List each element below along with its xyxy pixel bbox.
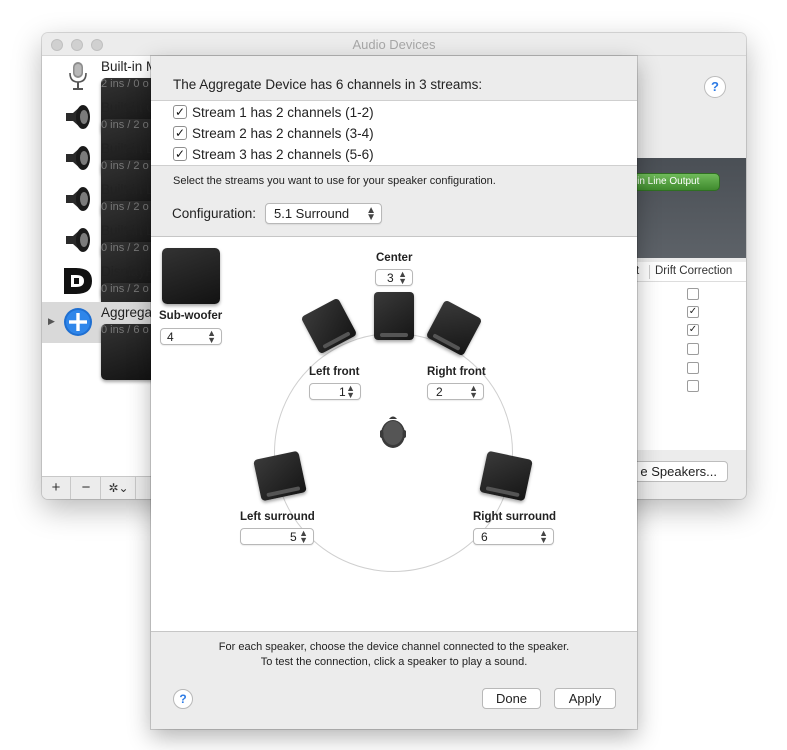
add-device-button[interactable]: + [42,477,71,499]
sheet-heading: The Aggregate Device has 6 channels in 3… [173,77,483,92]
left-front-channel-value: 1 [339,385,346,399]
footer-instruction-2: To test the connection, click a speaker … [260,656,528,668]
stream-list: ✓ Stream 1 has 2 channels (1-2) ✓ Stream… [151,100,637,166]
stream-checkbox[interactable]: ✓ [173,147,187,161]
stepper-arrows-icon: ▲ ▼ [299,528,308,545]
device-item[interactable]: Built-in L 0 ins / 2 o [42,179,159,257]
subwoofer-channel-value: 4 [167,330,174,344]
disclosure-triangle-icon[interactable]: ▶ [48,316,55,327]
stepper-arrows-icon: ▲ ▼ [346,383,355,400]
drift-correction-header[interactable]: Drift Correction [655,265,732,277]
stream-row[interactable]: ✓ Stream 3 has 2 channels (5-6) [173,145,374,163]
column-separator [649,265,650,279]
right-front-channel-value: 2 [436,385,443,399]
center-speaker[interactable] [374,292,414,340]
help-button[interactable]: ? [704,76,726,98]
device-list: Built-in M 2 ins / 0 o Built-in C 0 ins … [42,56,159,476]
right-surround-channel-value: 6 [481,530,488,544]
device-item[interactable]: Built-in D 0 ins / 2 o [42,220,159,298]
device-toolbar: + − ✲⌄ [42,476,152,499]
drift-checkbox[interactable] [687,380,699,392]
title-bar: Audio Devices [42,33,746,56]
microphone-icon [69,62,87,90]
device-item[interactable]: Built-in C 0 ins / 2 o [42,97,159,175]
stepper-arrows-icon: ▲ ▼ [207,328,216,345]
channel-table-header: t Drift Correction [636,262,746,282]
footer-instruction-1: For each speaker, choose the device chan… [218,641,570,653]
left-surround-label: Left surround [240,511,315,523]
popup-arrows-icon: ▲ ▼ [366,205,376,223]
subwoofer-label: Sub-woofer [159,310,223,322]
right-surround-label: Right surround [473,511,557,523]
configuration-popup[interactable]: 5.1 Surround ▲ ▼ [265,203,382,224]
right-front-label: Right front [427,366,486,378]
drift-checkbox[interactable]: ✓ [687,306,699,318]
speaker-layout-canvas: Sub-woofer 4 ▲ ▼ Center 3 ▲ ▼ Left front 1… [151,236,637,632]
stream-label: Stream 2 has 2 channels (3-4) [192,125,374,141]
device-name: DisplayP [101,264,155,279]
device-name: Aggrega [101,305,153,320]
subwoofer-speaker[interactable] [162,248,220,304]
device-name: Built-in L [101,182,154,197]
drift-checkbox[interactable] [687,288,699,300]
right-header-area [636,56,746,158]
listener-head-icon [380,416,406,448]
stream-row[interactable]: ✓ Stream 1 has 2 channels (1-2) [173,103,374,121]
displayport-icon [64,268,92,294]
stream-checkbox[interactable]: ✓ [173,105,187,119]
device-item-aggregate[interactable]: ▶ Aggrega 0 ins / 6 o [42,302,159,380]
center-channel-stepper[interactable]: 3 ▲ ▼ [375,269,413,286]
configuration-value: 5.1 Surround [274,206,350,221]
left-surround-channel-value: 5 [290,530,297,544]
center-label: Center [376,252,413,264]
drift-checkbox[interactable] [687,362,699,374]
gear-menu-button[interactable]: ✲⌄ [102,477,136,499]
device-item[interactable]: Built-in M 2 ins / 0 o [42,56,159,134]
device-name: Built-in L [101,141,154,156]
line-output-pill: t-in Line Output [626,173,720,191]
left-front-channel-stepper[interactable]: 1 ▲ ▼ [309,383,361,400]
device-name: Built-in M [101,59,158,74]
stepper-arrows-icon: ▲ ▼ [539,528,548,545]
speaker-icon [66,105,90,129]
window-title: Audio Devices [352,37,436,52]
speaker-icon [66,228,90,252]
subwoofer-channel-stepper[interactable]: 4 ▲ ▼ [160,328,222,345]
help-button[interactable]: ? [173,689,193,709]
right-front-channel-stepper[interactable]: 2 ▲ ▼ [427,383,484,400]
apply-button[interactable]: Apply [554,688,616,709]
stream-row[interactable]: ✓ Stream 2 has 2 channels (3-4) [173,124,374,142]
right-surround-channel-stepper[interactable]: 6 ▲ ▼ [473,528,554,545]
stepper-arrows-icon: ▲ ▼ [398,269,407,286]
stream-label: Stream 1 has 2 channels (1-2) [192,104,374,120]
left-surround-channel-stepper[interactable]: 5 ▲ ▼ [240,528,314,545]
left-front-label: Left front [309,366,360,378]
speaker-icon [66,146,90,170]
device-name: Built-in C [101,100,156,115]
speaker-icon [66,187,90,211]
drift-checkbox[interactable] [687,343,699,355]
remove-device-button[interactable]: − [72,477,101,499]
device-item[interactable]: Built-in L 0 ins / 2 o [42,138,159,216]
device-item[interactable]: DisplayP 0 ins / 2 o [42,261,159,339]
done-button[interactable]: Done [482,688,541,709]
instruction-text: Select the streams you want to use for y… [173,175,496,187]
speaker-config-sheet: The Aggregate Device has 6 channels in 3… [151,56,637,729]
configuration-label: Configuration: [172,206,257,221]
center-channel-value: 3 [387,271,394,285]
drift-checkbox[interactable]: ✓ [687,324,699,336]
stream-label: Stream 3 has 2 channels (5-6) [192,146,374,162]
aggregate-plus-icon [64,308,92,336]
stepper-arrows-icon: ▲ ▼ [469,383,478,400]
stream-checkbox[interactable]: ✓ [173,126,187,140]
channel-table: ✓ ✓ [636,282,746,450]
device-name: Built-in D [101,223,156,238]
